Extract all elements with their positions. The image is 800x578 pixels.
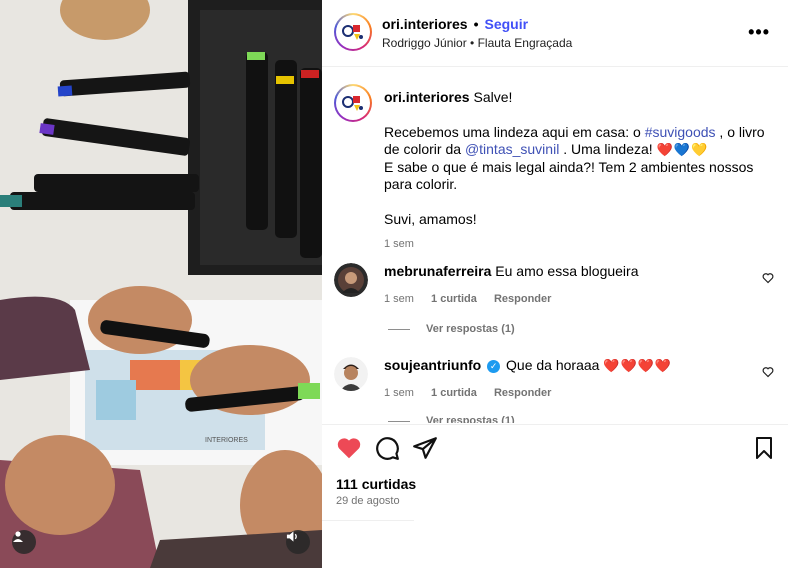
sound-icon [286, 531, 297, 542]
caption-time[interactable]: 1 sem [384, 236, 774, 254]
verified-badge-icon: ✓ [487, 359, 501, 373]
comment-text: Eu amo essa blogueira [495, 263, 639, 279]
heart-outline-icon [762, 273, 774, 284]
like-button[interactable] [336, 435, 362, 461]
ori-logo-icon [342, 25, 363, 40]
comment-text: Que da horaaa [506, 357, 600, 373]
comment-body: mebrunaferreira Eu amo essa blogueira [384, 263, 754, 279]
mention-link[interactable]: @tintas_suvinil [465, 141, 559, 157]
caption-line-3: Suvi, amamos! [384, 210, 477, 227]
comment-time[interactable]: 1 sem [384, 293, 414, 305]
share-button[interactable] [412, 435, 438, 461]
post-media[interactable]: INTERIORES [0, 0, 322, 568]
caption-text-a: Recebemos uma lindeza aqui em casa: o [384, 123, 645, 140]
heart-icon [337, 438, 361, 459]
comment-likes[interactable]: 1 curtida [431, 387, 477, 399]
reply-button[interactable]: Responder [494, 293, 551, 305]
comment-like-button[interactable] [762, 271, 774, 287]
reply-button[interactable]: Responder [494, 387, 551, 399]
comment-button[interactable] [374, 435, 400, 461]
view-replies-button[interactable]: Ver respostas (1) [388, 323, 515, 335]
post-date[interactable]: 29 de agosto [336, 495, 400, 507]
commenter-avatar[interactable] [334, 357, 368, 391]
instagram-post-viewer: INTERIORES ori.interiores • Seguir Rodri… [0, 0, 800, 578]
comment-likes[interactable]: 1 curtida [431, 293, 477, 305]
comment-icon [376, 437, 399, 460]
tagged-users-button[interactable] [12, 530, 36, 554]
follow-button[interactable]: Seguir [485, 16, 529, 32]
post-caption: ori.interiores Salve! Recebemos uma lind… [384, 89, 774, 254]
caption-username[interactable]: ori.interiores [384, 89, 470, 105]
commenter-avatar[interactable] [334, 263, 368, 297]
audio-attribution[interactable]: Rodriggo Júnior • Flauta Engraçada [382, 36, 572, 50]
author-username[interactable]: ori.interiores [382, 16, 468, 32]
action-bar [322, 424, 788, 473]
caption-line-2: E sabe o que é mais legal ainda?! Tem 2 … [384, 158, 754, 193]
user-icon [13, 531, 23, 542]
comments-scroll-area[interactable]: ori.interiores Salve! Recebemos uma lind… [322, 67, 788, 423]
bookmark-icon [756, 437, 772, 459]
comment-like-button[interactable] [762, 365, 774, 381]
author-line: ori.interiores • Seguir [382, 16, 528, 32]
heart-outline-icon [762, 367, 774, 378]
avatar-photo [334, 263, 368, 297]
replies-line [388, 420, 410, 422]
post-photo: INTERIORES [0, 0, 322, 568]
comment-body: soujeantriunfo ✓ Que da horaaa ❤️❤️❤️❤️ [384, 357, 754, 374]
post-header: ori.interiores • Seguir Rodriggo Júnior • … [322, 0, 788, 67]
post-details-panel: ori.interiores • Seguir Rodriggo Júnior • … [322, 0, 800, 578]
view-replies-button[interactable]: Ver respostas (1) [388, 415, 515, 423]
caption-text-c: . Uma lindeza! [559, 141, 657, 157]
save-button[interactable] [752, 435, 778, 461]
replies-line [388, 328, 410, 330]
view-replies-label: Ver respostas (1) [426, 323, 515, 335]
sound-toggle-button[interactable] [286, 530, 310, 554]
caption-hearts: ❤️💙💛 [656, 142, 709, 157]
comment-username[interactable]: mebrunaferreira [384, 263, 491, 279]
author-avatar[interactable] [334, 13, 372, 51]
separator-dot: • [473, 16, 479, 32]
hashtag-link[interactable]: #suvigoods [645, 124, 716, 140]
share-icon [413, 437, 437, 459]
divider [322, 520, 414, 521]
comment-meta: 1 sem 1 curtida Responder [384, 293, 565, 305]
ori-logo-icon [342, 96, 363, 111]
avatar-photo [334, 357, 368, 391]
caption-avatar[interactable] [334, 84, 372, 122]
caption-intro: Salve! [473, 89, 513, 105]
comment-time[interactable]: 1 sem [384, 387, 414, 399]
comment-hearts: ❤️❤️❤️❤️ [603, 358, 673, 373]
svg-text:INTERIORES: INTERIORES [205, 437, 248, 444]
likes-count[interactable]: 111 curtidas [336, 476, 416, 492]
view-replies-label: Ver respostas (1) [426, 415, 515, 423]
more-options-icon[interactable]: ••• [748, 22, 770, 43]
comment-username[interactable]: soujeantriunfo [384, 357, 481, 373]
comment-meta: 1 sem 1 curtida Responder [384, 387, 565, 399]
